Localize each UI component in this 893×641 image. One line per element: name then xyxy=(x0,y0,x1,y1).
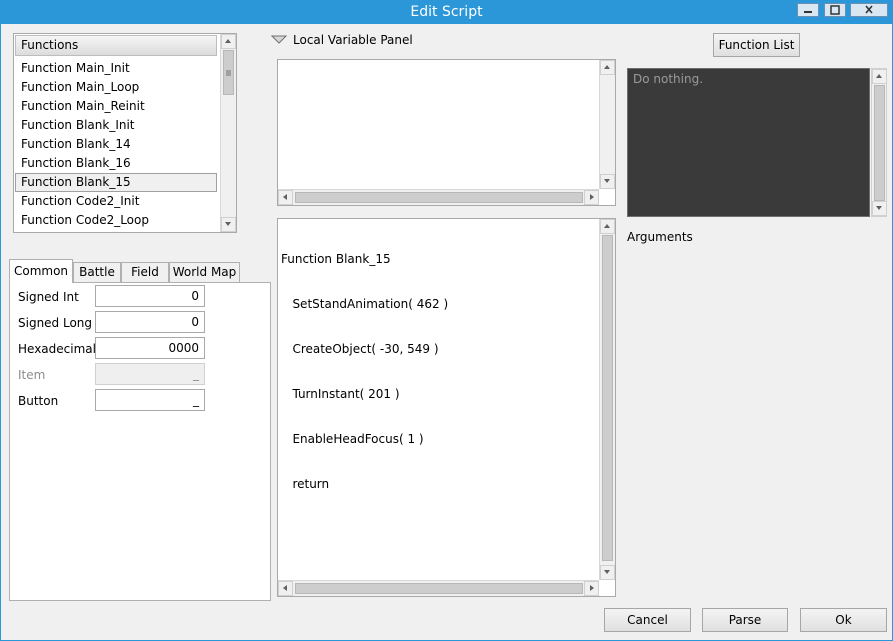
list-item[interactable]: Function Blank_14 xyxy=(15,135,217,154)
list-item[interactable]: Function Main_Init xyxy=(15,59,217,78)
functions-list-vscroll[interactable] xyxy=(220,34,236,232)
common-tab-panel: Signed Int 0 Signed Long 0 Hexadecimal 0… xyxy=(9,282,271,601)
arrow-right-icon xyxy=(590,194,594,200)
script-line: TurnInstant( 201 ) xyxy=(281,387,400,401)
script-text[interactable]: Function Blank_15 SetStandAnimation( 462… xyxy=(281,222,448,522)
script-vscroll[interactable] xyxy=(599,219,615,580)
script-line: EnableHeadFocus( 1 ) xyxy=(281,432,424,446)
function-description: Do nothing. xyxy=(627,68,870,217)
arrow-up-icon xyxy=(604,224,610,228)
cancel-button[interactable]: Cancel xyxy=(604,608,691,632)
script-line: Function Blank_15 xyxy=(281,252,391,266)
ok-button[interactable]: Ok xyxy=(800,608,887,632)
list-item-selected[interactable]: Function Blank_15 xyxy=(15,173,217,192)
description-vscroll[interactable] xyxy=(871,68,887,217)
scroll-left-button[interactable] xyxy=(278,581,293,596)
parse-button[interactable]: Parse xyxy=(702,608,788,632)
list-item[interactable]: Function Blank_16 xyxy=(15,154,217,173)
close-icon xyxy=(865,5,873,14)
local-panel-vscroll[interactable] xyxy=(599,60,615,189)
arrow-down-icon xyxy=(604,570,610,574)
script-hscroll[interactable] xyxy=(278,580,599,596)
arrow-down-icon xyxy=(225,222,231,226)
list-item[interactable]: Function Blank_Init xyxy=(15,116,217,135)
scroll-thumb[interactable] xyxy=(295,583,583,594)
tab-battle[interactable]: Battle xyxy=(73,262,121,282)
arrow-down-icon xyxy=(604,179,610,183)
item-label: Item xyxy=(18,368,46,382)
functions-list[interactable]: Functions Function Main_Init Function Ma… xyxy=(13,33,237,233)
maximize-button[interactable] xyxy=(824,3,846,17)
maximize-icon xyxy=(830,5,840,15)
hexadecimal-field[interactable]: 0000 xyxy=(95,337,205,359)
arrow-left-icon xyxy=(283,585,287,591)
script-line: SetStandAnimation( 462 ) xyxy=(281,297,449,311)
script-line: return xyxy=(281,477,330,491)
list-item[interactable]: Function Code2_Init xyxy=(15,192,217,211)
scroll-thumb[interactable] xyxy=(295,192,583,203)
tab-field[interactable]: Field xyxy=(121,262,169,282)
scroll-down-button[interactable] xyxy=(600,565,615,580)
window-title: Edit Script xyxy=(410,4,483,20)
arrow-down-icon xyxy=(876,206,882,210)
arrow-right-icon xyxy=(590,585,594,591)
signed-int-label: Signed Int xyxy=(18,290,79,304)
function-list-button[interactable]: Function List xyxy=(713,33,800,57)
minimize-icon xyxy=(804,11,812,13)
list-item[interactable]: Function Main_Reinit xyxy=(15,97,217,116)
scroll-up-button[interactable] xyxy=(872,69,887,84)
scroll-up-button[interactable] xyxy=(221,34,236,49)
list-item[interactable]: Function Main_Loop xyxy=(15,78,217,97)
button-label: Button xyxy=(18,394,59,408)
arrow-up-icon xyxy=(876,74,882,78)
scroll-thumb[interactable] xyxy=(602,235,613,561)
close-button[interactable] xyxy=(850,3,888,17)
script-line: CreateObject( -30, 549 ) xyxy=(281,342,439,356)
grip-icon xyxy=(226,70,231,76)
triangle-down-icon[interactable] xyxy=(271,35,287,45)
description-text: Do nothing. xyxy=(633,72,704,86)
scroll-up-button[interactable] xyxy=(600,219,615,234)
scroll-down-button[interactable] xyxy=(872,201,887,216)
arrow-up-icon xyxy=(225,39,231,43)
scroll-right-button[interactable] xyxy=(584,581,599,596)
scroll-right-button[interactable] xyxy=(584,190,599,205)
local-variable-panel-label[interactable]: Local Variable Panel xyxy=(293,33,413,47)
signed-int-field[interactable]: 0 xyxy=(95,285,205,307)
local-panel-hscroll[interactable] xyxy=(278,189,599,205)
minimize-button[interactable] xyxy=(797,3,819,17)
arrow-left-icon xyxy=(283,194,287,200)
button-field[interactable]: _ xyxy=(95,389,205,411)
scroll-down-button[interactable] xyxy=(221,217,236,232)
item-field: _ xyxy=(95,363,205,385)
tab-world-map[interactable]: World Map xyxy=(169,262,240,282)
functions-list-header[interactable]: Functions xyxy=(15,35,217,56)
scroll-thumb[interactable] xyxy=(223,50,234,95)
list-item[interactable]: Function Code2_Loop xyxy=(15,211,217,230)
arguments-label: Arguments xyxy=(627,230,693,244)
scroll-up-button[interactable] xyxy=(600,60,615,75)
arrow-up-icon xyxy=(604,65,610,69)
hexadecimal-label: Hexadecimal xyxy=(18,342,96,356)
scroll-left-button[interactable] xyxy=(278,190,293,205)
local-variable-panel[interactable] xyxy=(277,59,616,206)
scroll-down-button[interactable] xyxy=(600,174,615,189)
script-editor[interactable]: Function Blank_15 SetStandAnimation( 462… xyxy=(277,218,616,597)
signed-long-field[interactable]: 0 xyxy=(95,311,205,333)
tab-common[interactable]: Common xyxy=(9,259,73,283)
signed-long-label: Signed Long xyxy=(18,316,93,330)
scroll-thumb[interactable] xyxy=(874,85,885,201)
